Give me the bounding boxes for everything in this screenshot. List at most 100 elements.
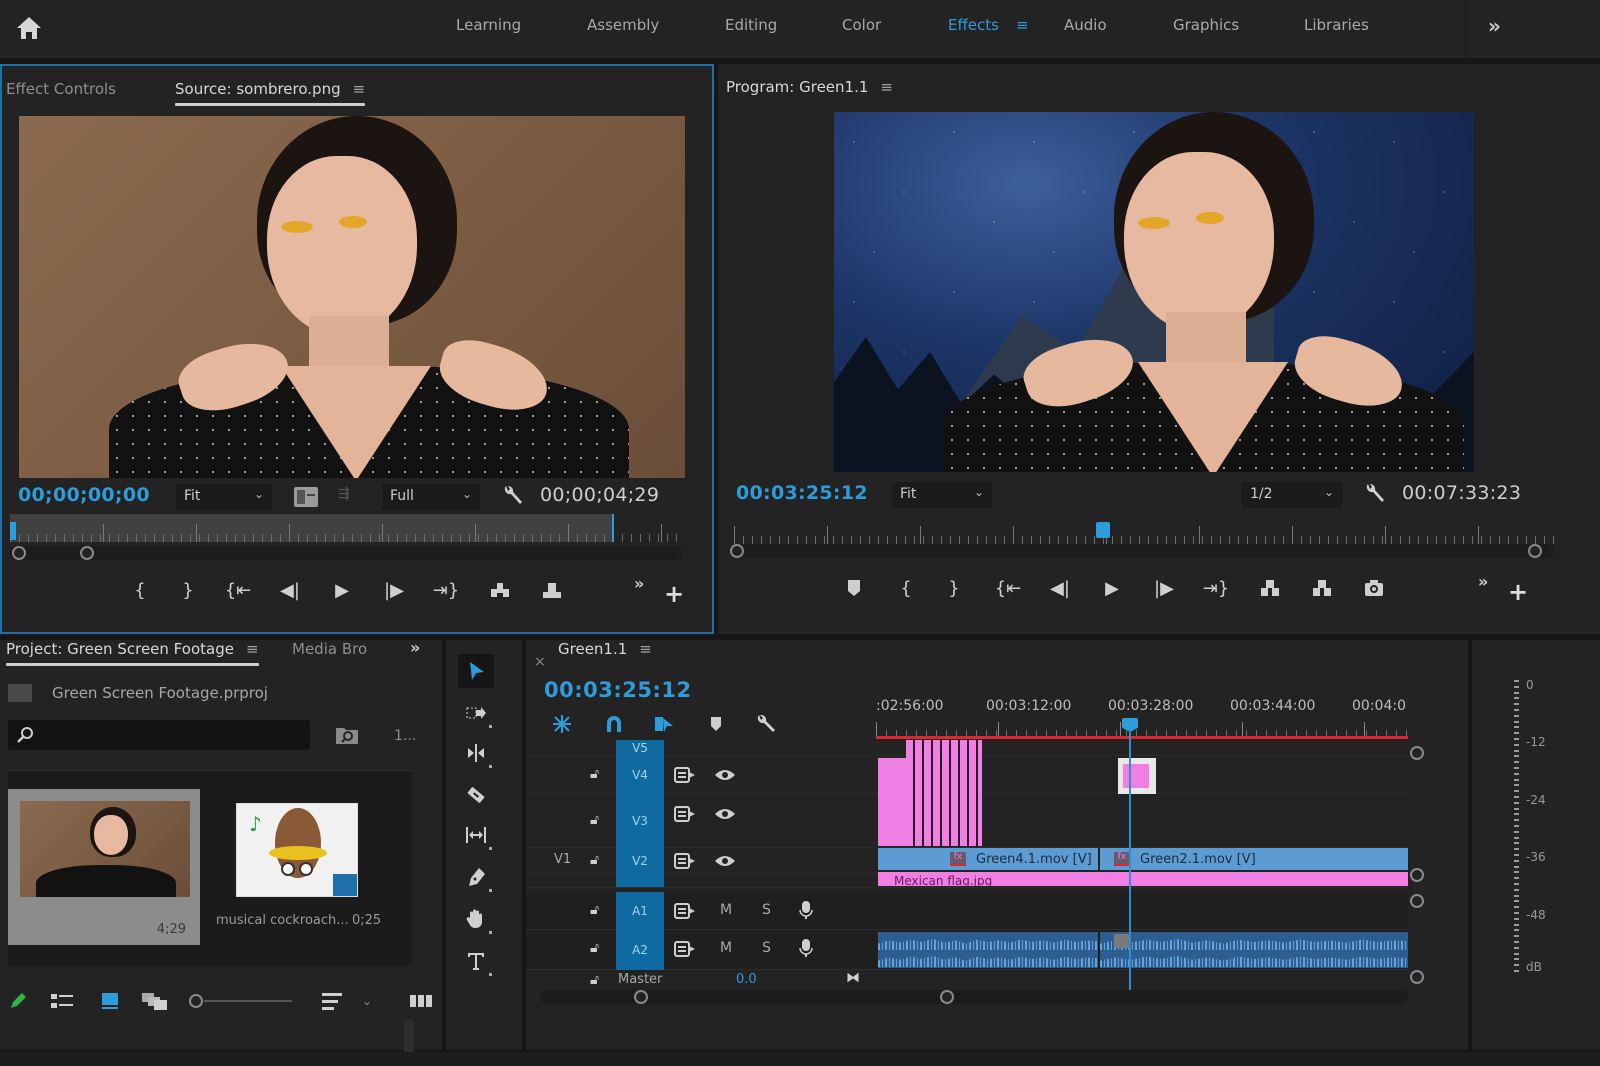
mark-out-button[interactable]: } [168, 574, 208, 606]
close-sequence-button[interactable]: × [534, 654, 546, 670]
wrench-icon[interactable] [500, 482, 526, 508]
automate-to-sequence-icon[interactable] [408, 984, 434, 1018]
sync-lock-icon[interactable] [674, 767, 696, 783]
mark-in-button[interactable]: { [120, 574, 160, 606]
track-target-a1[interactable]: A1 [616, 892, 664, 930]
selection-tool[interactable] [458, 654, 494, 688]
add-marker-button[interactable] [834, 572, 874, 604]
track-select-forward-tool[interactable] [458, 696, 494, 730]
track-target-v2[interactable]: V2 [616, 848, 664, 874]
source-current-timecode[interactable]: 00;00;00;00 [18, 484, 150, 506]
sort-icon[interactable] [320, 984, 344, 1018]
step-forward-button[interactable]: |▶ [374, 574, 414, 606]
workspace-tab-assembly[interactable]: Assembly [587, 16, 659, 34]
panel-menu-icon[interactable]: ≡ [353, 80, 366, 98]
mute-button[interactable]: M [720, 902, 732, 918]
type-tool[interactable] [458, 944, 494, 978]
program-zoom-select[interactable]: Fit ⌄ [892, 482, 992, 508]
eye-icon[interactable] [714, 806, 736, 822]
solo-button[interactable]: S [762, 902, 771, 918]
add-marker-button[interactable] [702, 712, 730, 736]
razor-tool[interactable] [458, 778, 494, 812]
workspace-tab-editing[interactable]: Editing [725, 16, 777, 34]
program-zoom-scrollbar[interactable] [734, 544, 1554, 558]
button-editor-add[interactable]: + [1508, 578, 1528, 606]
insert-button[interactable] [480, 574, 520, 606]
workspace-tab-graphics[interactable]: Graphics [1173, 16, 1239, 34]
tab-sequence[interactable]: Green1.1 ≡ [558, 640, 652, 658]
lock-icon[interactable]: 🔓︎ [590, 902, 599, 918]
audio-clip-1[interactable] [878, 932, 1098, 968]
timeline-clip-stripes[interactable] [906, 740, 982, 846]
tab-project[interactable]: Project: Green Screen Footage ≡ [6, 640, 259, 666]
timeline-clip-green2[interactable]: fx Green2.1.mov [V] [1100, 848, 1408, 870]
step-back-button[interactable]: ◀| [1040, 572, 1080, 604]
mark-out-button[interactable]: } [934, 572, 974, 604]
vertical-scroll-handle[interactable] [1410, 746, 1424, 760]
workspace-tab-effects[interactable]: Effects [948, 16, 999, 34]
tab-media-browser[interactable]: Media Bro [292, 640, 367, 658]
snap-button[interactable] [600, 712, 628, 736]
microphone-icon[interactable] [798, 938, 814, 958]
track-target-v3[interactable]: V3 [616, 794, 664, 848]
icon-view-icon[interactable] [98, 984, 122, 1018]
source-patch-v1[interactable]: V1 [554, 852, 571, 867]
hand-tool[interactable] [458, 902, 494, 936]
home-icon[interactable] [14, 13, 44, 43]
panel-menu-icon[interactable]: ≡ [246, 640, 259, 658]
more-controls-button[interactable]: » [1478, 572, 1488, 591]
sync-lock-icon[interactable] [674, 853, 696, 869]
program-current-timecode[interactable]: 00:03:25:12 [736, 482, 868, 504]
scrollbar-handle-right[interactable] [80, 546, 94, 560]
more-workspaces-button[interactable]: » [1488, 14, 1501, 38]
tab-source[interactable]: Source: sombrero.png ≡ [175, 80, 366, 106]
timeline-settings-button[interactable] [752, 712, 780, 736]
go-to-in-button[interactable]: {⇤ [218, 574, 258, 606]
workspace-tab-learning[interactable]: Learning [456, 16, 521, 34]
sync-lock-icon[interactable] [674, 806, 696, 822]
freeform-view-icon[interactable] [140, 984, 170, 1018]
timeline-time-ruler[interactable] [876, 718, 1408, 738]
go-to-in-button[interactable]: {⇤ [988, 572, 1028, 604]
write-protect-pencil-icon[interactable] [6, 984, 30, 1018]
list-view-icon[interactable] [50, 984, 76, 1018]
tab-effect-controls[interactable]: Effect Controls [6, 80, 116, 98]
solo-button[interactable]: S [762, 940, 771, 956]
sync-lock-icon[interactable] [674, 903, 696, 919]
master-volume-value[interactable]: 0.0 [736, 972, 757, 987]
program-resolution-select[interactable]: 1/2 ⌄ [1242, 482, 1342, 508]
program-playhead[interactable] [1096, 522, 1110, 538]
eye-icon[interactable] [714, 853, 736, 869]
sync-lock-icon[interactable] [674, 941, 696, 957]
go-to-out-button[interactable]: ⇥} [1196, 572, 1236, 604]
timeline-horizontal-scrollbar[interactable] [540, 990, 1408, 1004]
timeline-clip-selected[interactable] [1118, 758, 1156, 794]
program-time-ruler[interactable] [734, 516, 1554, 544]
vertical-scroll-handle[interactable] [1410, 868, 1424, 882]
lock-icon[interactable]: 🔓︎ [590, 972, 599, 988]
more-panels-button[interactable]: » [410, 638, 420, 657]
panel-menu-icon[interactable]: ≡ [880, 78, 893, 96]
find-bin-icon[interactable] [334, 724, 360, 746]
eye-icon[interactable] [714, 767, 736, 783]
vertical-scroll-handle[interactable] [1410, 894, 1424, 908]
panel-menu-icon[interactable]: ≡ [639, 640, 652, 658]
overwrite-button[interactable] [532, 574, 572, 606]
source-playhead[interactable] [10, 522, 16, 540]
pen-tool[interactable] [458, 860, 494, 894]
wrench-icon[interactable] [1362, 480, 1388, 506]
drag-video-only-icon[interactable] [292, 484, 320, 510]
scrollbar-handle-right[interactable] [1528, 544, 1542, 558]
step-forward-button[interactable]: |▶ [1144, 572, 1184, 604]
microphone-icon[interactable] [798, 900, 814, 920]
go-to-out-button[interactable]: ⇥} [426, 574, 466, 606]
lock-icon[interactable]: 🔓︎ [590, 940, 599, 956]
track-target-v4[interactable]: V4 [616, 756, 664, 794]
thumbnail-size-slider[interactable] [186, 984, 296, 1018]
workspace-tab-audio[interactable]: Audio [1064, 16, 1107, 34]
workspace-tab-libraries[interactable]: Libraries [1304, 16, 1369, 34]
lock-icon[interactable]: 🔓︎ [590, 812, 599, 828]
track-target-a2[interactable]: A2 [616, 930, 664, 970]
mute-button[interactable]: M [720, 940, 732, 956]
mark-in-button[interactable]: { [886, 572, 926, 604]
